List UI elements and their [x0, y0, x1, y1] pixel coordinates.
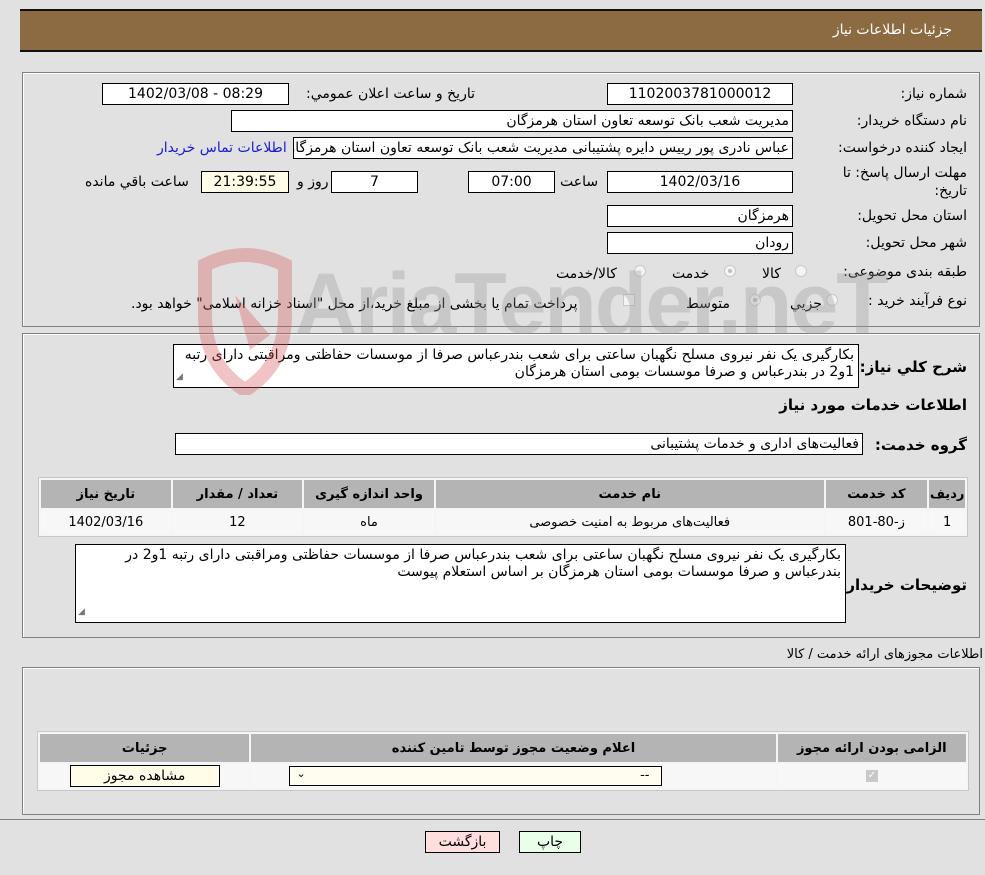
process-option-medium: متوسط [686, 296, 730, 312]
description-text: بکارگیری یک نفر نیروی مسلح نگهبان ساعتی … [184, 347, 854, 380]
days-label: روز و [297, 174, 329, 190]
announce-date-field[interactable]: 1402/03/08 - 08:29 [102, 83, 289, 105]
need-number-field[interactable]: 1102003781000012 [607, 83, 793, 105]
view-permit-button[interactable]: مشاهده مجوز [69, 765, 220, 787]
col-row-number: ردیف [929, 480, 965, 508]
cell-permit-details: مشاهده مجوز [40, 764, 250, 788]
category-radio-goods-service[interactable] [634, 265, 646, 277]
process-option-minor: جزيي [790, 296, 822, 312]
col-service-name: نام خدمت [435, 480, 824, 508]
city-label: شهر محل تحویل: [865, 235, 967, 251]
col-need-date: تاریخ نیاز [41, 480, 171, 508]
deadline-label-date: تاریخ: [934, 183, 967, 199]
province-label: استان محل تحویل: [857, 208, 967, 224]
city-field[interactable]: رودان [607, 232, 793, 254]
description-label: شرح کلي نیاز: [859, 358, 967, 376]
cell-quantity: 12 [172, 510, 303, 534]
permits-table-header: الزامی بودن ارائه مجوز اعلام وضعیت مجوز … [40, 734, 966, 762]
services-table-header: ردیف کد خدمت نام خدمت واحد اندازه گیری ت… [41, 480, 965, 508]
remaining-time-field: 21:39:55 [201, 171, 289, 193]
category-option-goods: کالا [762, 266, 781, 282]
col-service-code: کد خدمت [825, 480, 928, 508]
permits-table-wrapper: الزامی بودن ارائه مجوز اعلام وضعیت مجوز … [37, 731, 969, 791]
deadline-label: مهلت ارسال پاسخ: تا [842, 165, 967, 181]
footer-divider [0, 819, 985, 820]
deadline-time-field[interactable]: 07:00 [468, 171, 555, 193]
treasury-checkbox-label: پرداخت تمام یا بخشی از مبلغ خرید،از محل … [131, 296, 578, 312]
col-quantity: تعداد / مقدار [172, 480, 303, 508]
category-option-goods-service: کالا/خدمت [556, 266, 617, 282]
announce-date-label: تاریخ و ساعت اعلان عمومي: [306, 86, 475, 102]
announce-date-value: 1402/03/08 - 08:29 [128, 86, 263, 102]
print-button[interactable]: چاپ [519, 831, 581, 853]
cell-permit-status: -- ⌄ [251, 764, 776, 788]
back-button[interactable]: بازگشت [425, 831, 500, 853]
creator-label: ایجاد کننده درخواست: [838, 140, 967, 156]
category-radio-service[interactable] [724, 265, 736, 277]
category-label: طبقه بندی موضوعی: [843, 264, 967, 280]
col-permit-details: جزئیات [40, 734, 250, 762]
deadline-time-label: ساعت [560, 174, 599, 190]
category-radio-goods[interactable] [795, 265, 807, 277]
service-group-field[interactable]: فعالیت‌های اداری و خدمات پشتیبانی [175, 433, 863, 455]
days-remaining-field[interactable]: 7 [331, 171, 418, 193]
buyer-org-label: نام دستگاه خریدار: [856, 113, 967, 129]
permit-status-select[interactable]: -- ⌄ [289, 766, 663, 786]
services-table-wrapper: ردیف کد خدمت نام خدمت واحد اندازه گیری ت… [38, 477, 968, 537]
table-row: ✓ -- ⌄ مشاهده مجوز [40, 764, 966, 788]
services-section-title: اطلاعات خدمات مورد نیاز [779, 396, 967, 414]
category-option-service: خدمت [672, 266, 710, 282]
page-title: جزئیات اطلاعات نیاز [832, 22, 952, 38]
description-textarea[interactable]: بکارگیری یک نفر نیروی مسلح نگهبان ساعتی … [173, 344, 859, 388]
buyer-notes-textarea[interactable]: بکارگیری یک نفر نیروی مسلح نگهبان ساعتی … [75, 544, 846, 623]
col-permit-required: الزامی بودن ارائه مجوز [777, 734, 966, 762]
creator-field[interactable]: عباس نادری پور رییس دایره پشتیبانی مدیری… [293, 137, 793, 159]
treasury-checkbox[interactable] [623, 294, 635, 306]
province-field[interactable]: هرمزگان [607, 205, 793, 227]
col-unit: واحد اندازه گیری [304, 480, 434, 508]
process-radio-minor[interactable] [826, 294, 838, 306]
cell-row-number: 1 [929, 510, 965, 534]
buyer-contact-link[interactable]: اطلاعات تماس خریدار [157, 140, 287, 156]
need-number-label: شماره نیاز: [900, 86, 968, 102]
cell-service-name: فعالیت‌های مربوط به امنیت خصوصی [435, 510, 824, 534]
permits-table: الزامی بودن ارائه مجوز اعلام وضعیت مجوز … [37, 731, 969, 791]
cell-unit: ماه [304, 510, 434, 534]
permits-section-title: اطلاعات مجوزهای ارائه خدمت / کالا [786, 647, 983, 662]
buyer-notes-text: بکارگیری یک نفر نیروی مسلح نگهبان ساعتی … [125, 547, 841, 580]
resize-grip-icon[interactable]: ◢ [176, 369, 183, 386]
process-type-label: نوع فرآیند خرید : [868, 293, 967, 309]
permit-required-checkbox[interactable]: ✓ [865, 770, 878, 782]
cell-service-code: ز-80-801 [825, 510, 928, 534]
buyer-org-field[interactable]: مدیریت شعب بانک توسعه تعاون استان هرمزگا… [231, 110, 793, 132]
permit-status-value: -- [640, 768, 650, 783]
service-group-label: گروه خدمت: [874, 436, 967, 454]
buyer-notes-label: توضیحات خریدار: [840, 576, 967, 594]
services-table: ردیف کد خدمت نام خدمت واحد اندازه گیری ت… [38, 477, 968, 537]
cell-need-date: 1402/03/16 [41, 510, 171, 534]
col-permit-status: اعلام وضعیت مجوز توسط تامین کننده [251, 734, 776, 762]
chevron-down-icon: ⌄ [296, 767, 306, 780]
page-header: جزئیات اطلاعات نیاز [20, 9, 982, 52]
remaining-time-label: ساعت باقي مانده [85, 174, 189, 190]
process-radio-medium[interactable] [749, 294, 761, 306]
table-row: 1 ز-80-801 فعالیت‌های مربوط به امنیت خصو… [41, 510, 965, 534]
cell-permit-required: ✓ [777, 764, 966, 788]
resize-grip-icon[interactable]: ◢ [78, 604, 85, 621]
deadline-date-field[interactable]: 1402/03/16 [607, 171, 793, 193]
